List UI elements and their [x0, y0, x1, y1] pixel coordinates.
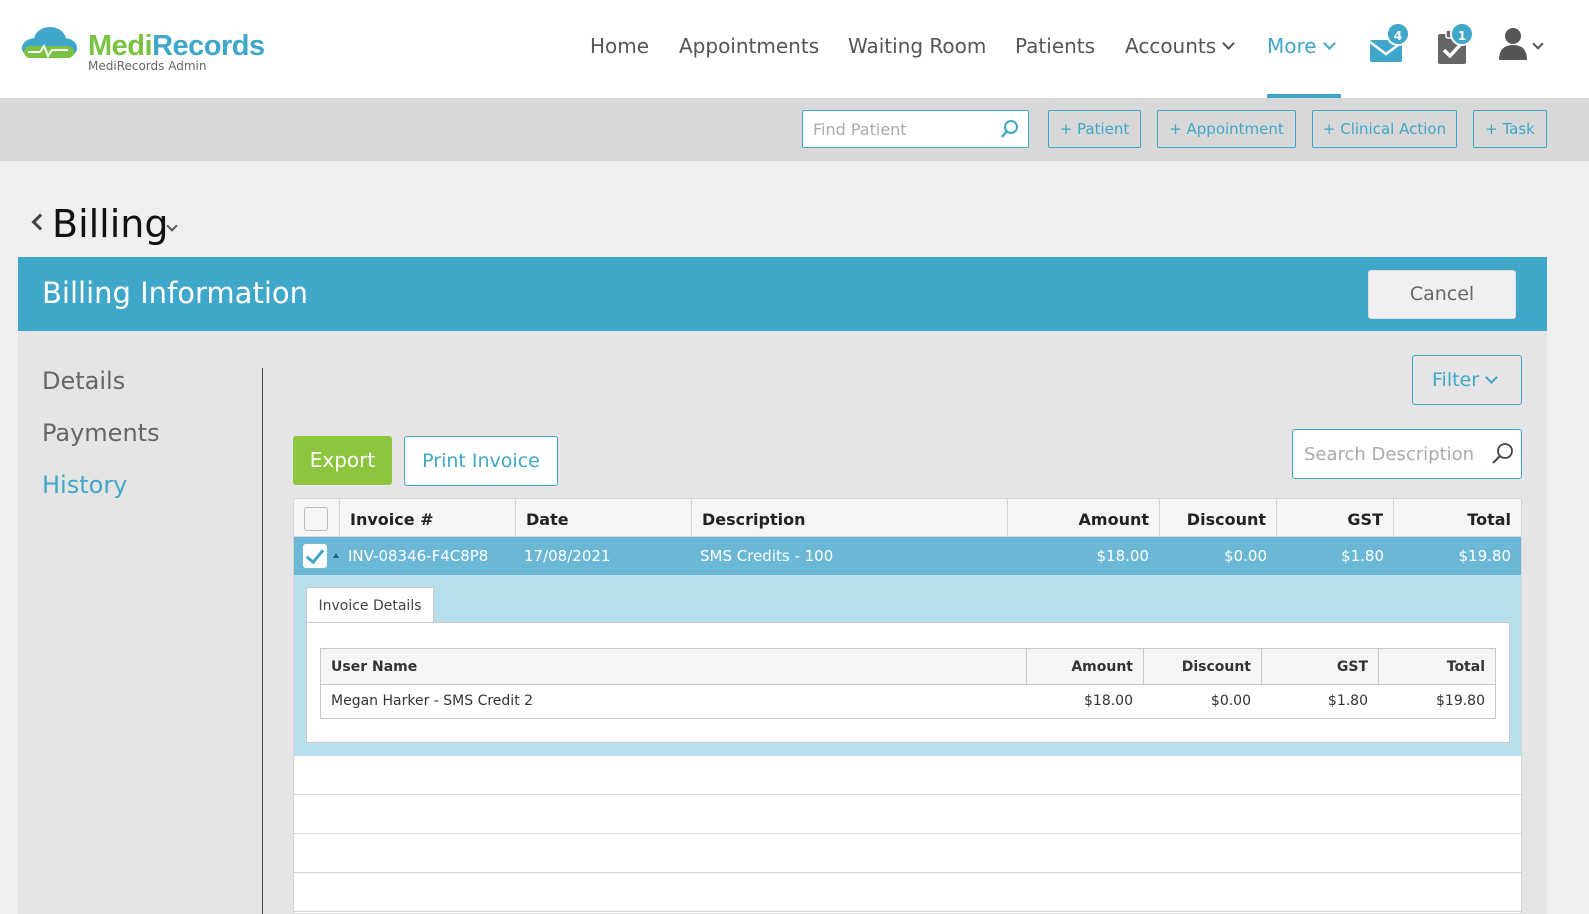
cell-total: $19.80 [1458, 547, 1512, 565]
find-patient-input[interactable] [803, 111, 993, 147]
col-date[interactable]: Date [515, 499, 691, 537]
chevron-down-icon [1322, 37, 1336, 50]
app-logo[interactable]: MediRecords MediRecords Admin [18, 26, 278, 76]
add-clinical-action-button[interactable]: + Clinical Action [1312, 110, 1457, 148]
empty-row [294, 756, 1521, 795]
cell-amount: $18.00 [1084, 693, 1133, 709]
top-navbar: MediRecords MediRecords Admin Home Appoi… [0, 0, 1589, 98]
sidebar-item-history[interactable]: History [42, 471, 127, 499]
nav-more-label: More [1267, 34, 1317, 58]
nav-patients[interactable]: Patients [1015, 34, 1095, 64]
nav-waiting-room[interactable]: Waiting Room [848, 34, 986, 64]
nav-appointments[interactable]: Appointments [679, 34, 819, 64]
cell-description: SMS Credits - 100 [700, 547, 834, 565]
detail-table-header: User Name Amount Discount GST Total [321, 649, 1495, 685]
empty-row [294, 834, 1521, 873]
sidebar-item-details[interactable]: Details [42, 367, 125, 395]
empty-row [294, 795, 1521, 834]
tasks-badge: 1 [1450, 22, 1474, 46]
filter-button[interactable]: Filter [1412, 355, 1522, 405]
col-invoice[interactable]: Invoice # [339, 499, 515, 537]
cell-total: $19.80 [1436, 693, 1485, 709]
sidebar-divider [262, 368, 263, 914]
col-gst[interactable]: GST [1276, 499, 1393, 537]
detail-row: Megan Harker - SMS Credit 2 $18.00 $0.00… [321, 685, 1495, 718]
user-icon [1499, 28, 1527, 60]
col-discount: Discount [1143, 649, 1261, 685]
search-description-input[interactable] [1293, 430, 1488, 478]
col-description[interactable]: Description [691, 499, 1007, 537]
billing-info-header: Billing Information [18, 257, 1547, 331]
empty-row [294, 873, 1521, 912]
search-icon[interactable] [1000, 119, 1020, 139]
cell-amount: $18.00 [1096, 547, 1150, 565]
cancel-button[interactable]: Cancel [1368, 270, 1516, 319]
cell-discount: $0.00 [1224, 547, 1267, 565]
table-row[interactable]: INV-08346-F4C8P8 17/08/2021 SMS Credits … [294, 537, 1521, 575]
messages-badge: 4 [1386, 22, 1410, 46]
col-amount[interactable]: Amount [1007, 499, 1159, 537]
col-discount[interactable]: Discount [1159, 499, 1276, 537]
section-title: Billing Information [42, 276, 308, 310]
page-title: Billing [52, 202, 169, 246]
back-chevron-icon[interactable] [31, 213, 49, 231]
add-patient-button[interactable]: + Patient [1048, 110, 1141, 148]
tab-invoice-details[interactable]: Invoice Details [306, 587, 434, 623]
col-total[interactable]: Total [1393, 499, 1521, 537]
print-invoice-button[interactable]: Print Invoice [404, 436, 558, 486]
search-icon[interactable] [1491, 442, 1515, 466]
chevron-down-icon [1222, 37, 1236, 50]
select-all-checkbox[interactable] [304, 507, 328, 531]
invoice-details-box: User Name Amount Discount GST Total Mega… [306, 622, 1510, 743]
brand-subtitle: MediRecords Admin [88, 59, 207, 73]
cell-discount: $0.00 [1210, 693, 1251, 709]
grid-header: Invoice # Date Description Amount Discou… [294, 499, 1521, 537]
search-description-field[interactable] [1292, 429, 1522, 479]
col-user-name: User Name [331, 659, 418, 675]
row-checkbox[interactable] [303, 544, 327, 568]
chevron-down-icon [1532, 38, 1544, 50]
nav-accounts[interactable]: Accounts [1125, 34, 1236, 64]
cloud-logo-icon [22, 27, 77, 59]
user-menu-button[interactable] [1498, 26, 1544, 66]
export-button[interactable]: Export [293, 436, 392, 485]
cell-gst: $1.80 [1341, 547, 1384, 565]
sidebar-item-payments[interactable]: Payments [42, 419, 160, 447]
col-amount: Amount [1026, 649, 1143, 685]
add-task-button[interactable]: + Task [1473, 110, 1547, 148]
filter-label: Filter [1432, 369, 1480, 391]
cell-gst: $1.80 [1327, 693, 1368, 709]
find-patient-field[interactable] [802, 110, 1029, 148]
nav-more[interactable]: More [1267, 34, 1336, 64]
col-gst: GST [1261, 649, 1378, 685]
add-appointment-button[interactable]: + Appointment [1157, 110, 1296, 148]
cell-invoice: INV-08346-F4C8P8 [348, 547, 489, 565]
invoice-grid: Invoice # Date Description Amount Discou… [293, 498, 1522, 914]
nav-accounts-label: Accounts [1125, 34, 1217, 58]
cell-user-name: Megan Harker - SMS Credit 2 [331, 693, 534, 709]
nav-home[interactable]: Home [590, 34, 649, 64]
invoice-detail-panel: Invoice Details User Name Amount Discoun… [294, 575, 1521, 756]
col-total: Total [1378, 649, 1495, 685]
chevron-down-icon [1485, 371, 1498, 384]
detail-table: User Name Amount Discount GST Total Mega… [320, 648, 1496, 719]
cell-date: 17/08/2021 [524, 547, 611, 565]
